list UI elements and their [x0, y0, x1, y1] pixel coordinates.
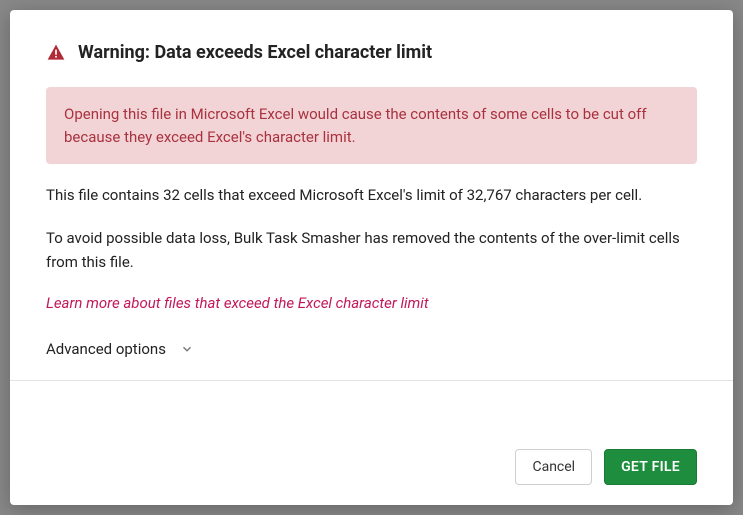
learn-more-link[interactable]: Learn more about files that exceed the E… — [46, 294, 697, 312]
modal-footer: Cancel GET FILE — [46, 449, 697, 485]
alert-message: Opening this file in Microsoft Excel wou… — [46, 87, 697, 164]
body-text-1: This file contains 32 cells that exceed … — [46, 184, 697, 207]
cancel-button[interactable]: Cancel — [515, 449, 592, 485]
advanced-options-label: Advanced options — [46, 340, 166, 358]
modal-title: Warning: Data exceeds Excel character li… — [78, 42, 432, 63]
body-text-2: To avoid possible data loss, Bulk Task S… — [46, 227, 697, 274]
warning-modal: Warning: Data exceeds Excel character li… — [10, 10, 733, 505]
warning-triangle-icon — [46, 43, 66, 63]
advanced-options-toggle[interactable]: Advanced options — [46, 340, 697, 358]
divider — [10, 380, 733, 381]
get-file-button[interactable]: GET FILE — [604, 449, 697, 485]
chevron-down-icon — [180, 342, 194, 356]
modal-header: Warning: Data exceeds Excel character li… — [46, 42, 697, 63]
